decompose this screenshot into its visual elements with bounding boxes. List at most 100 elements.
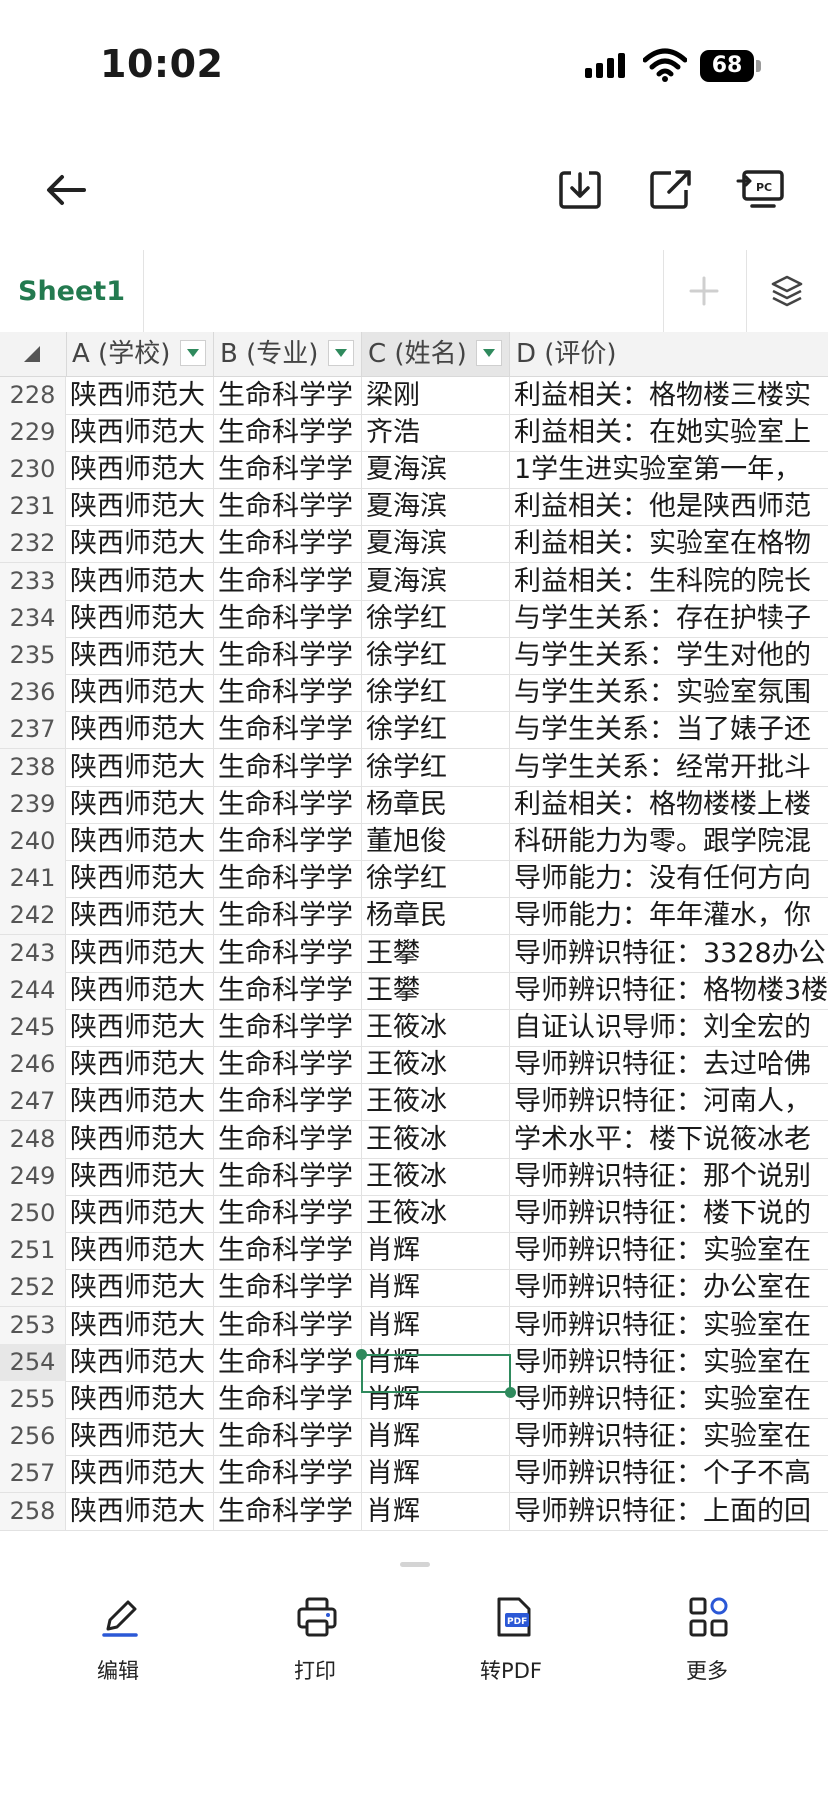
row-number[interactable]: 250 bbox=[0, 1195, 66, 1232]
cell-review[interactable]: 学术水平：楼下说筱冰老 bbox=[510, 1121, 828, 1158]
table-row[interactable]: 235 陕西师范大 生命科学学 徐学红 与学生关系：学生对他的 bbox=[0, 637, 828, 675]
back-button[interactable] bbox=[38, 162, 94, 218]
cell-review[interactable]: 导师能力：年年灌水，你 bbox=[510, 897, 828, 934]
table-row[interactable]: 255 陕西师范大 生命科学学 肖辉 导师辨识特征：实验室在 bbox=[0, 1381, 828, 1419]
cell-review[interactable]: 导师辨识特征：去过哈佛 bbox=[510, 1046, 828, 1083]
cell-name[interactable]: 王筱冰 bbox=[362, 1195, 510, 1232]
cell-major[interactable]: 生命科学学 bbox=[214, 1232, 362, 1270]
cell-major[interactable]: 生命科学学 bbox=[214, 562, 362, 600]
cell-name[interactable]: 王筱冰 bbox=[362, 1157, 510, 1195]
table-row[interactable]: 248 陕西师范大 生命科学学 王筱冰 学术水平：楼下说筱冰老 bbox=[0, 1120, 828, 1159]
cell-review[interactable]: 与学生关系：存在护犊子 bbox=[510, 600, 828, 637]
cell-name[interactable]: 王攀 bbox=[362, 971, 510, 1009]
cell-school[interactable]: 陕西师范大 bbox=[66, 1120, 214, 1158]
table-row[interactable]: 253 陕西师范大 生命科学学 肖辉 导师辨识特征：实验室在 bbox=[0, 1306, 828, 1345]
filter-button-c[interactable] bbox=[476, 340, 502, 366]
cell-name[interactable]: 肖辉 bbox=[362, 1418, 510, 1456]
cell-name[interactable]: 王筱冰 bbox=[362, 1046, 510, 1084]
cell-major[interactable]: 生命科学学 bbox=[214, 1195, 362, 1232]
table-row[interactable]: 257 陕西师范大 生命科学学 肖辉 导师辨识特征：个子不高 bbox=[0, 1455, 828, 1494]
cell-name[interactable]: 王攀 bbox=[362, 934, 510, 972]
cell-review[interactable]: 导师辨识特征：楼下说的 bbox=[510, 1195, 828, 1232]
print-button[interactable]: 打印 bbox=[245, 1575, 385, 1695]
cell-school[interactable]: 陕西师范大 bbox=[66, 562, 214, 600]
row-number[interactable]: 248 bbox=[0, 1120, 66, 1158]
table-row[interactable]: 245 陕西师范大 生命科学学 王筱冰 自证认识导师：刘全宏的 bbox=[0, 1009, 828, 1047]
table-row[interactable]: 230 陕西师范大 生命科学学 夏海滨 1学生进实验室第一年， bbox=[0, 451, 828, 489]
more-button[interactable]: 更多 bbox=[637, 1575, 777, 1695]
cell-review[interactable]: 导师能力：没有任何方向 bbox=[510, 860, 828, 897]
cell-name[interactable]: 徐学红 bbox=[362, 599, 510, 637]
cell-school[interactable]: 陕西师范大 bbox=[66, 1343, 214, 1381]
row-number[interactable]: 234 bbox=[0, 599, 66, 637]
cell-review[interactable]: 与学生关系：经常开批斗 bbox=[510, 749, 828, 786]
table-row[interactable]: 252 陕西师范大 生命科学学 肖辉 导师辨识特征：办公室在 bbox=[0, 1269, 828, 1308]
cell-review[interactable]: 1学生进实验室第一年， bbox=[510, 451, 828, 488]
cell-review[interactable]: 利益相关：他是陕西师范 bbox=[510, 488, 828, 525]
table-row[interactable]: 232 陕西师范大 生命科学学 夏海滨 利益相关：实验室在格物 bbox=[0, 525, 828, 564]
cell-review[interactable]: 利益相关：格物楼楼上楼 bbox=[510, 786, 828, 823]
row-number[interactable]: 229 bbox=[0, 413, 66, 451]
row-number[interactable]: 237 bbox=[0, 711, 66, 749]
cell-major[interactable]: 生命科学学 bbox=[214, 451, 362, 488]
cell-review[interactable]: 利益相关：生科院的院长 bbox=[510, 563, 828, 600]
cell-major[interactable]: 生命科学学 bbox=[214, 711, 362, 749]
table-row[interactable]: 249 陕西师范大 生命科学学 王筱冰 导师辨识特征：那个说别 bbox=[0, 1157, 828, 1196]
cell-major[interactable]: 生命科学学 bbox=[214, 1343, 362, 1381]
cell-review[interactable]: 导师辨识特征：实验室在 bbox=[510, 1344, 828, 1381]
row-number[interactable]: 235 bbox=[0, 637, 66, 674]
row-number[interactable]: 249 bbox=[0, 1157, 66, 1195]
cell-review[interactable]: 导师辨识特征：实验室在 bbox=[510, 1307, 828, 1344]
cell-school[interactable]: 陕西师范大 bbox=[66, 413, 214, 451]
table-row[interactable]: 236 陕西师范大 生命科学学 徐学红 与学生关系：实验室氛围 bbox=[0, 674, 828, 713]
cell-name[interactable]: 肖辉 bbox=[362, 1381, 510, 1418]
cell-name[interactable]: 徐学红 bbox=[362, 674, 510, 712]
tab-sheet1[interactable]: Sheet1 bbox=[0, 250, 144, 332]
cell-school[interactable]: 陕西师范大 bbox=[66, 1083, 214, 1121]
row-number[interactable]: 252 bbox=[0, 1269, 66, 1307]
row-number[interactable]: 256 bbox=[0, 1418, 66, 1456]
cell-school[interactable]: 陕西师范大 bbox=[66, 711, 214, 749]
cell-name[interactable]: 徐学红 bbox=[362, 748, 510, 786]
row-number[interactable]: 231 bbox=[0, 488, 66, 526]
cell-major[interactable]: 生命科学学 bbox=[214, 748, 362, 786]
cell-name[interactable]: 王筱冰 bbox=[362, 1120, 510, 1158]
cell-name[interactable]: 肖辉 bbox=[362, 1455, 510, 1493]
table-row[interactable]: 229 陕西师范大 生命科学学 齐浩 利益相关：在她实验室上 bbox=[0, 413, 828, 452]
table-row[interactable]: 243 陕西师范大 生命科学学 王攀 导师辨识特征：3328办公 bbox=[0, 934, 828, 973]
row-number[interactable]: 241 bbox=[0, 860, 66, 898]
cell-school[interactable]: 陕西师范大 bbox=[66, 488, 214, 526]
cell-name[interactable]: 徐学红 bbox=[362, 860, 510, 898]
table-row[interactable]: 237 陕西师范大 生命科学学 徐学红 与学生关系：当了婊子还 bbox=[0, 711, 828, 750]
cell-school[interactable]: 陕西师范大 bbox=[66, 897, 214, 935]
cell-name[interactable]: 肖辉 bbox=[362, 1306, 510, 1344]
row-number[interactable]: 239 bbox=[0, 785, 66, 823]
row-number[interactable]: 247 bbox=[0, 1083, 66, 1121]
filter-button-a[interactable] bbox=[180, 340, 206, 366]
cell-school[interactable]: 陕西师范大 bbox=[66, 1195, 214, 1232]
cell-major[interactable]: 生命科学学 bbox=[214, 1269, 362, 1307]
cell-school[interactable]: 陕西师范大 bbox=[66, 1418, 214, 1456]
cell-major[interactable]: 生命科学学 bbox=[214, 1046, 362, 1084]
cell-major[interactable]: 生命科学学 bbox=[214, 1083, 362, 1121]
cell-school[interactable]: 陕西师范大 bbox=[66, 451, 214, 488]
spreadsheet-grid[interactable]: A (学校) B (专业) C (姓名) D (评价) 228 陕西师范大 生命科学… bbox=[0, 332, 828, 1544]
add-sheet-button[interactable] bbox=[676, 263, 732, 319]
cell-name[interactable]: 徐学红 bbox=[362, 711, 510, 749]
row-number[interactable]: 254 bbox=[0, 1343, 66, 1381]
cell-major[interactable]: 生命科学学 bbox=[214, 674, 362, 712]
cell-major[interactable]: 生命科学学 bbox=[214, 1306, 362, 1344]
cell-review[interactable]: 导师辨识特征：那个说别 bbox=[510, 1158, 828, 1195]
cell-name[interactable]: 齐浩 bbox=[362, 413, 510, 451]
row-number[interactable]: 253 bbox=[0, 1306, 66, 1344]
cell-major[interactable]: 生命科学学 bbox=[214, 1455, 362, 1493]
row-number[interactable]: 243 bbox=[0, 934, 66, 972]
table-row[interactable]: 250 陕西师范大 生命科学学 王筱冰 导师辨识特征：楼下说的 bbox=[0, 1195, 828, 1233]
cell-review[interactable]: 利益相关：实验室在格物 bbox=[510, 525, 828, 562]
cell-name[interactable]: 杨章民 bbox=[362, 897, 510, 935]
row-number[interactable]: 230 bbox=[0, 451, 66, 488]
table-row[interactable]: 246 陕西师范大 生命科学学 王筱冰 导师辨识特征：去过哈佛 bbox=[0, 1046, 828, 1085]
cell-school[interactable]: 陕西师范大 bbox=[66, 637, 214, 674]
table-row[interactable]: 258 陕西师范大 生命科学学 肖辉 导师辨识特征：上面的回 bbox=[0, 1492, 828, 1531]
cell-name[interactable]: 夏海滨 bbox=[362, 562, 510, 600]
